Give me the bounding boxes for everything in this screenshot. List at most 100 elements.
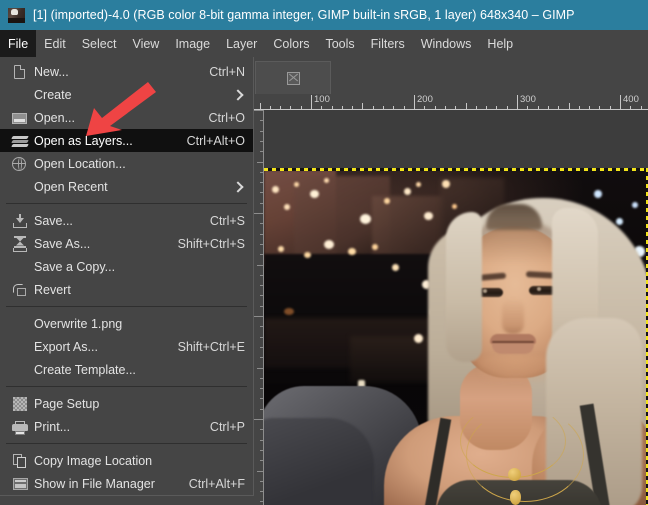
menu-item-page-setup[interactable]: Page Setup [0,392,253,415]
menu-item-label: New... [34,64,69,79]
menubar-item-view[interactable]: View [124,30,167,57]
menu-item-label: Create [34,87,72,102]
photo-bokeh-light [392,264,399,271]
file-menu-popup: New... Ctrl+N Create Open... Ctrl+O Open… [0,57,254,496]
menu-item-open-as-layers[interactable]: Open as Layers... Ctrl+Alt+O [0,129,253,152]
menu-item-export-as[interactable]: Export As... Shift+Ctrl+E [0,335,253,358]
photo-lower-lip [492,342,534,354]
photo-bokeh-light [324,178,329,183]
photo-bokeh-light [616,218,623,225]
menubar-item-colors[interactable]: Colors [265,30,317,57]
menu-item-accel: Ctrl+Alt+F [188,476,245,491]
photo-pendant-upper [508,468,521,481]
chevron-right-icon [233,182,243,192]
photo-bokeh-light [284,204,290,210]
vertical-ruler-tick [257,471,264,472]
ruler-tick [311,95,312,110]
selection-marching-ants-top [264,168,648,171]
gimp-window: [1] (imported)-4.0 (RGB color 8-bit gamm… [0,0,648,505]
image-tab-thumbnail-icon [286,71,300,85]
photo-pendant-lower [510,490,521,505]
printer-icon [10,419,32,435]
photo-bokeh-light [360,214,371,224]
menu-item-accel: Ctrl+S [209,213,245,228]
menubar-item-windows[interactable]: Windows [413,30,480,57]
menu-item-no-icon [10,259,32,275]
menu-item-label: Page Setup [34,396,100,411]
image-tabstrip [248,57,648,94]
ruler-tick [620,95,621,110]
menu-item-label: Save... [34,213,73,228]
menubar-item-filters[interactable]: Filters [363,30,413,57]
menu-item-label: Create Template... [34,362,136,377]
menubar-item-layer[interactable]: Layer [218,30,265,57]
menubar-item-tools[interactable]: Tools [317,30,362,57]
menu-item-no-icon [10,362,32,378]
menu-item-overwrite[interactable]: Overwrite 1.png [0,312,253,335]
revert-icon [10,282,32,298]
photo-lip-line [492,341,534,343]
menu-item-label: Open Recent [34,179,108,194]
menubar-item-edit[interactable]: Edit [36,30,74,57]
layers-icon [10,133,32,149]
open-folder-icon [10,110,32,126]
menu-item-print[interactable]: Print... Ctrl+P [0,415,253,438]
menu-item-create[interactable]: Create [0,83,253,106]
globe-icon [10,156,32,172]
ruler-label: 200 [417,94,433,105]
menu-item-label: Save As... [34,236,91,251]
menu-item-open-recent[interactable]: Open Recent [0,175,253,198]
photo-bokeh-light [632,202,638,208]
menubar: File Edit Select View Image Layer Colors… [0,30,648,57]
photo-bokeh-light [348,248,356,255]
menu-item-open[interactable]: Open... Ctrl+O [0,106,253,129]
photo-chin [478,356,554,382]
menu-item-label: Overwrite 1.png [34,316,123,331]
menu-item-copy-image-location[interactable]: Copy Image Location [0,449,253,472]
image-tab[interactable] [255,61,331,94]
menu-item-new[interactable]: New... Ctrl+N [0,60,253,83]
horizontal-ruler[interactable]: 100 200 300 400 [248,94,648,110]
image-thumbnail-icon [8,7,25,23]
ruler-tick [517,95,518,110]
window-title: [1] (imported)-4.0 (RGB color 8-bit gamm… [33,8,575,22]
menu-item-save-as[interactable]: Save As... Shift+Ctrl+S [0,232,253,255]
menu-item-accel: Ctrl+P [209,419,245,434]
photo-hair-front-left [446,212,482,362]
menu-item-create-template[interactable]: Create Template... [0,358,253,381]
photo-bokeh-light [404,188,411,195]
menu-item-accel: Ctrl+N [209,64,245,79]
vertical-ruler-tick [257,265,264,266]
menu-item-save-a-copy[interactable]: Save a Copy... [0,255,253,278]
photo-eye-highlight-right [537,287,541,291]
menu-item-no-icon [10,339,32,355]
menubar-item-help[interactable]: Help [479,30,521,57]
photo-bokeh-light [452,204,457,209]
photo-bokeh-light [384,198,390,204]
menubar-item-image[interactable]: Image [167,30,218,57]
menubar-item-select[interactable]: Select [74,30,125,57]
photo-bokeh-light [414,334,423,343]
menu-item-accel: Shift+Ctrl+E [177,339,245,354]
photo-bokeh-light [294,182,299,187]
image-canvas[interactable] [264,110,648,505]
ruler-label: 400 [623,94,639,105]
menubar-item-file[interactable]: File [0,30,37,57]
menu-item-label: Open... [34,110,75,125]
menu-item-open-location[interactable]: Open Location... [0,152,253,175]
photo-bokeh-light [324,240,334,249]
window-titlebar: [1] (imported)-4.0 (RGB color 8-bit gamm… [0,0,648,30]
menu-item-show-in-file-manager[interactable]: Show in File Manager Ctrl+Alt+F [0,472,253,495]
vertical-ruler-tick [257,162,264,163]
photo-bokeh-light [284,308,294,315]
menu-item-save[interactable]: Save... Ctrl+S [0,209,253,232]
menu-separator [6,443,247,444]
ruler-tick [414,95,415,110]
photo-bokeh-light [424,212,433,220]
menu-item-label: Save a Copy... [34,259,116,274]
photo-bokeh-light [272,186,279,193]
menu-separator [6,386,247,387]
menu-item-revert[interactable]: Revert [0,278,253,301]
vertical-ruler-tick [257,368,264,369]
photo-couch-shadow [264,418,374,505]
